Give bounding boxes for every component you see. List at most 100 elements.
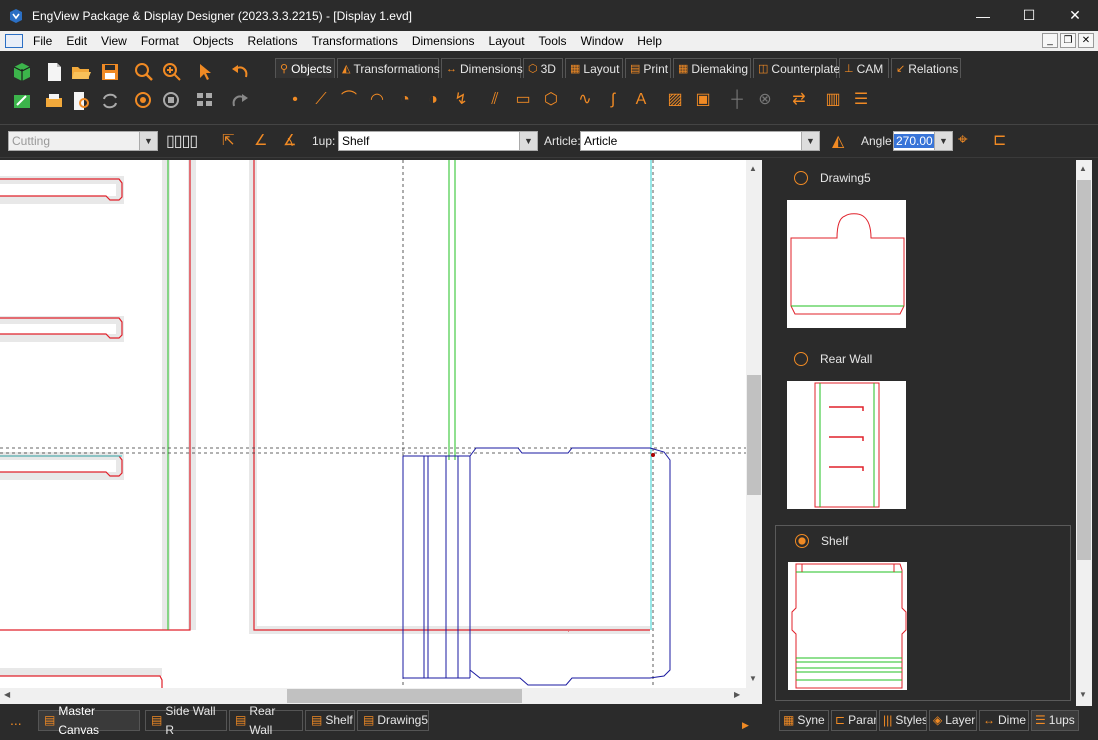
tab-counterplate[interactable]: ◫ Counterplate [753,58,840,78]
thumbnail-rear-wall[interactable]: Rear Wall [775,346,1071,516]
tab-drawing5[interactable]: ▤ Drawing5 [357,710,429,731]
line-width-icon[interactable]: ▯▯▯▯ [166,131,204,151]
hatch-icon[interactable]: ▨ [663,88,687,112]
parallel-icon[interactable]: ⫽ [483,88,507,112]
rectangle-icon[interactable]: ▭ [511,88,535,112]
edit-green-icon[interactable] [11,90,33,112]
origin-icon[interactable]: ⊏ [993,130,1006,150]
menu-tools[interactable]: Tools [539,34,567,48]
tab-print[interactable]: ▤ Print [625,58,671,78]
horizontal-scroll-thumb[interactable] [287,689,522,703]
tab-cam[interactable]: ⊥ CAM [839,58,889,78]
undo-icon[interactable] [229,61,251,83]
menu-file[interactable]: File [33,34,52,48]
menu-objects[interactable]: Objects [193,34,234,48]
oneup-select[interactable]: Shelf ▼ [338,131,538,151]
open-folder-icon[interactable] [70,61,92,83]
tab-diemaking[interactable]: ▦ Diemaking [673,58,751,78]
ellipse-icon[interactable]: ◑ [421,88,445,112]
text-icon[interactable]: A [629,88,653,112]
scroll-right-icon[interactable]: ▶ [734,690,740,699]
tab-rear-wall[interactable]: ▤ Rear Wall [229,704,303,737]
menu-edit[interactable]: Edit [66,34,87,48]
menu-view[interactable]: View [101,34,127,48]
thumbnail-drawing5[interactable]: Drawing5 [775,165,1071,335]
mdi-minimize-button[interactable]: _ [1042,33,1058,48]
mdi-restore-button[interactable]: ❐ [1060,33,1076,48]
panel-scroll-thumb[interactable] [1077,180,1091,560]
circle-icon[interactable]: ◔ [393,88,417,112]
radio-shelf-selected[interactable] [795,534,809,548]
more-tabs-button[interactable]: ... [10,712,22,728]
maximize-button[interactable]: ☐ [1006,0,1052,31]
image-icon[interactable]: ▣ [691,88,715,112]
angle-tool-2-icon[interactable]: ∡ [283,131,296,149]
split-icon[interactable]: ┼ [725,88,749,112]
vertical-scroll-thumb[interactable] [747,375,761,495]
redo-icon[interactable] [229,90,251,112]
crosshair-icon[interactable]: ⌖ [958,130,968,150]
scroll-up-icon[interactable]: ▲ [1079,164,1087,173]
zoom-in-icon[interactable] [161,61,183,83]
save-icon[interactable] [99,61,121,83]
print-preview-icon[interactable] [43,90,65,112]
tab-3d[interactable]: ⬡ 3D [523,58,563,78]
arc-icon[interactable]: ⌒ [337,88,361,112]
tab-1ups[interactable]: ☰ 1ups [1031,710,1079,731]
radio-rear-wall[interactable] [794,352,808,366]
mdi-close-button[interactable]: ✕ [1078,33,1094,48]
tab-sync[interactable]: ▦ Syne [779,710,829,731]
tab-parameters[interactable]: ⊏ Parar [831,710,877,731]
curve-icon[interactable]: ↯ [449,88,473,112]
arc-3point-icon[interactable]: ◠ [365,88,389,112]
scroll-down-icon[interactable]: ▼ [749,674,757,683]
tab-master-canvas[interactable]: ▤ Master Canvas [38,704,140,737]
tab-objects[interactable]: ⚲ Objects [275,58,335,78]
table-icon[interactable]: ☰ [849,88,873,112]
select-arrow-icon[interactable] [194,61,216,83]
bezier-icon[interactable]: ʃ [601,88,625,112]
cursor-snap-icon[interactable]: ⇱ [222,131,235,149]
scroll-up-icon[interactable]: ▲ [749,164,757,173]
tab-layout[interactable]: ▦ Layout [565,58,623,78]
menu-relations[interactable]: Relations [248,34,298,48]
polyline-icon[interactable]: ∿ [573,88,597,112]
radio-drawing5[interactable] [794,171,808,185]
swap-icon[interactable]: ⇄ [787,88,811,112]
mirror-icon[interactable]: ◭ [832,131,844,151]
tab-dimensions-panel[interactable]: ↔ Dime [979,710,1029,731]
tab-transformations[interactable]: ◭ Transformations [337,58,440,78]
drawing-canvas[interactable]: -.- [0,160,748,688]
scroll-down-icon[interactable]: ▼ [1079,690,1087,699]
polygon-icon[interactable]: ⬡ [539,88,563,112]
menu-dimensions[interactable]: Dimensions [412,34,475,48]
new-file-icon[interactable] [43,61,65,83]
document-search-icon[interactable] [70,90,92,112]
close-button[interactable]: ✕ [1052,0,1098,31]
menu-transformations[interactable]: Transformations [312,34,398,48]
zoom-icon[interactable] [133,61,155,83]
angle-tool-icon[interactable]: ∠ [254,131,267,149]
zoom-fit-icon[interactable] [133,90,155,112]
delete-point-icon[interactable]: ⊗ [753,88,777,112]
new-3d-icon[interactable] [11,61,33,83]
tab-relations[interactable]: ↙ Relations [891,58,961,78]
grid-icon[interactable] [194,90,216,112]
line-icon[interactable]: ⟋ [309,88,333,112]
angle-input[interactable]: 270.00 ▼ [893,131,953,151]
scroll-left-icon[interactable]: ◀ [4,690,10,699]
barcode-icon[interactable]: ▥ [821,88,845,112]
tab-shelf[interactable]: ▤ Shelf [305,710,355,731]
tab-side-wall-r[interactable]: ▤ Side Wall R [145,704,227,737]
menu-window[interactable]: Window [581,34,624,48]
thumbnail-shelf[interactable]: Shelf [775,525,1071,701]
menu-layout[interactable]: Layout [489,34,525,48]
line-type-combo[interactable]: Cutting ▼ [8,131,158,151]
point-icon[interactable]: • [283,88,307,112]
menu-format[interactable]: Format [141,34,179,48]
tab-dimensions[interactable]: ↔ Dimensions [441,58,523,78]
refresh-icon[interactable] [99,90,121,112]
zoom-window-icon[interactable] [161,90,183,112]
minimize-button[interactable]: — [960,0,1006,31]
panel-vertical-scrollbar[interactable]: ▲ ▼ [1076,160,1092,706]
